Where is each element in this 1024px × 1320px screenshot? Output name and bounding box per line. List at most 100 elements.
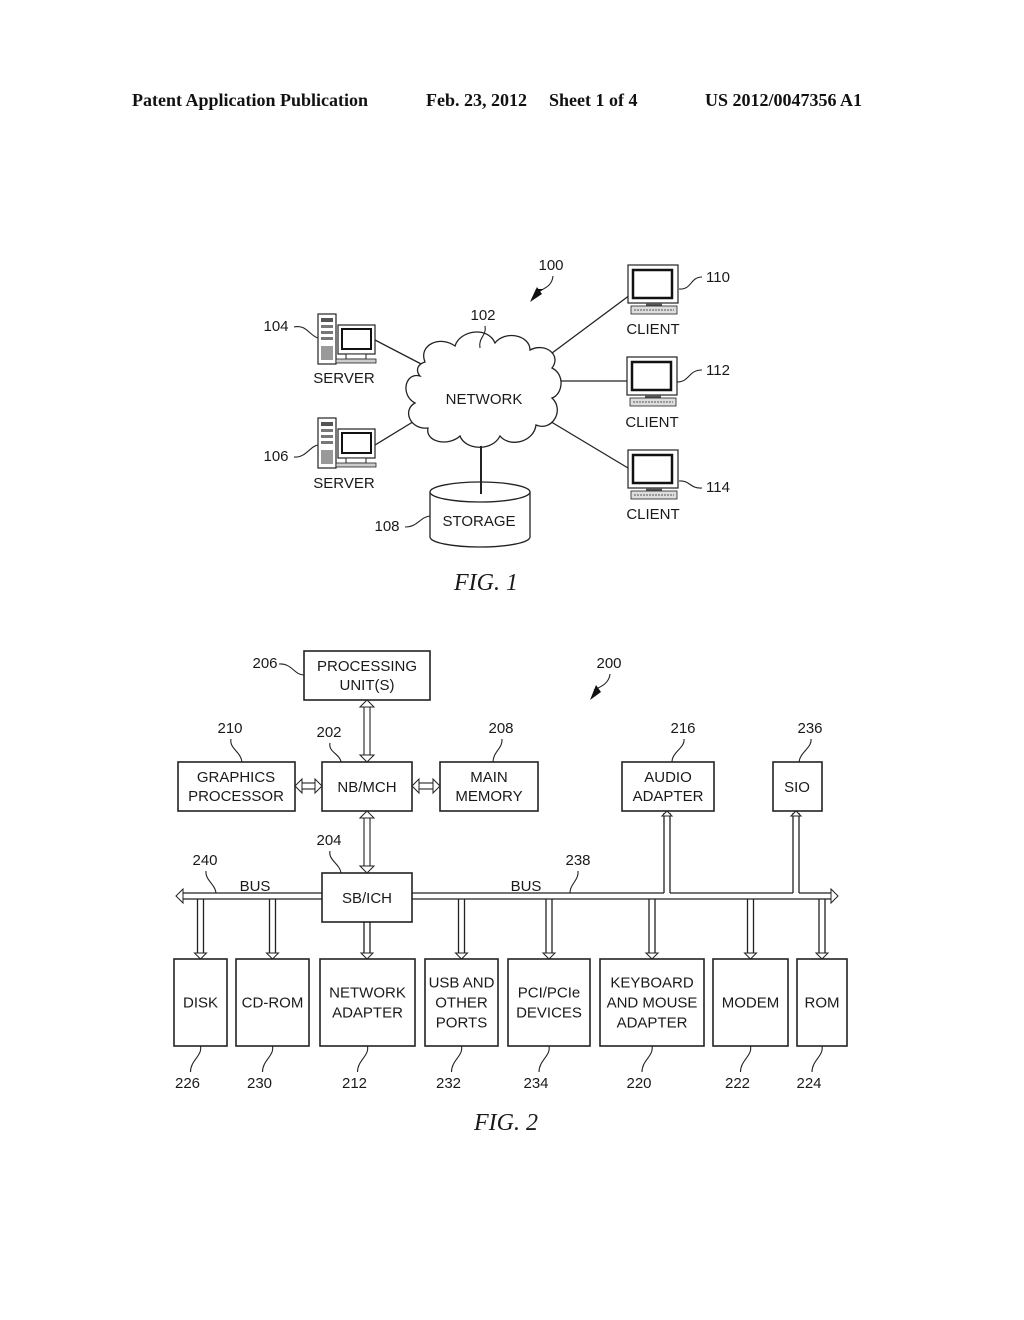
link-client-114 bbox=[547, 419, 629, 469]
link-server-104 bbox=[374, 339, 426, 367]
processing-unit-line2: UNIT(S) bbox=[340, 677, 395, 694]
device-label: OTHER bbox=[435, 995, 488, 1012]
system-ref-100: 100 bbox=[538, 257, 563, 274]
device-label: DISK bbox=[183, 995, 218, 1012]
bus-right-leader bbox=[569, 870, 579, 894]
network-label: NETWORK bbox=[446, 391, 523, 408]
arrowhead-icon bbox=[814, 952, 830, 960]
device-label: USB AND bbox=[429, 975, 495, 992]
server-104-label: SERVER bbox=[313, 370, 375, 387]
device-label: MODEM bbox=[722, 995, 780, 1012]
client-114-leader bbox=[678, 480, 703, 489]
nb-mch-leader bbox=[329, 742, 342, 763]
graphics-ref: 210 bbox=[217, 720, 242, 737]
bus-connector bbox=[363, 922, 371, 954]
device-ref: 222 bbox=[725, 1075, 750, 1092]
bus-left-ref: 240 bbox=[192, 852, 217, 869]
device-label: ADAPTER bbox=[332, 1005, 403, 1022]
bus-connector bbox=[746, 899, 755, 954]
device-label: ADAPTER bbox=[617, 1015, 688, 1032]
main-memory-ref: 208 bbox=[488, 720, 513, 737]
graphics-leader bbox=[230, 738, 243, 763]
device-ref: 230 bbox=[247, 1075, 272, 1092]
device-222: MODEM 222 bbox=[712, 899, 789, 1092]
device-label: ROM bbox=[805, 995, 840, 1012]
device-ref: 232 bbox=[436, 1075, 461, 1092]
arrowhead-icon bbox=[454, 952, 469, 960]
device-box bbox=[319, 958, 416, 1047]
storage-ref: 108 bbox=[374, 518, 399, 535]
device-label: DEVICES bbox=[516, 1005, 582, 1022]
device-row: DISK 226 CD-ROM 230 NETWORK ADAPTER 212 USB AND… bbox=[173, 899, 848, 1092]
bus-right-ref: 238 bbox=[565, 852, 590, 869]
bus-right-label: BUS bbox=[511, 878, 542, 895]
server-106-leader bbox=[293, 444, 319, 458]
sio-leader bbox=[798, 738, 812, 763]
link-client-110 bbox=[539, 294, 631, 363]
fig1-caption: FIG. 1 bbox=[453, 570, 518, 596]
graphics-line1: GRAPHICS bbox=[197, 769, 275, 786]
patent-drawing: NETWORK 102 100 SERVER 104 SERVER 106 ST… bbox=[173, 257, 848, 1136]
audio-line2: ADAPTER bbox=[633, 788, 704, 805]
audio-ref: 216 bbox=[670, 720, 695, 737]
device-ref: 226 bbox=[175, 1075, 200, 1092]
sb-ich-leader bbox=[329, 850, 342, 874]
network-ref: 102 bbox=[470, 307, 495, 324]
bus-connector bbox=[545, 899, 553, 954]
sio-label: SIO bbox=[784, 779, 810, 796]
device-232: USB AND OTHER PORTS 232 bbox=[424, 899, 499, 1092]
sio-ref: 236 bbox=[797, 720, 822, 737]
server-icon bbox=[317, 313, 377, 365]
storage-label: STORAGE bbox=[442, 513, 515, 530]
device-leader bbox=[189, 1045, 202, 1073]
arrowhead-icon bbox=[193, 952, 208, 960]
arrowhead-icon bbox=[359, 952, 375, 960]
device-ref: 234 bbox=[523, 1075, 548, 1092]
network-cloud-icon bbox=[405, 331, 562, 448]
main-memory-leader bbox=[492, 738, 503, 763]
device-leader bbox=[739, 1045, 752, 1073]
client-110-leader bbox=[678, 276, 703, 290]
server-106-ref: 106 bbox=[263, 448, 288, 465]
client-110-ref: 110 bbox=[706, 269, 730, 286]
nb-mch-ref: 202 bbox=[316, 724, 341, 741]
device-leader bbox=[450, 1045, 463, 1073]
device-226: DISK 226 bbox=[173, 899, 228, 1092]
bus-connector bbox=[818, 899, 826, 954]
device-label: CD-ROM bbox=[242, 995, 304, 1012]
device-ref: 220 bbox=[626, 1075, 651, 1092]
processing-unit-ref: 206 bbox=[252, 655, 277, 672]
arrowhead-icon bbox=[541, 952, 557, 960]
device-ref: 224 bbox=[796, 1075, 821, 1092]
graphics-line2: PROCESSOR bbox=[188, 788, 284, 805]
device-leader bbox=[538, 1045, 550, 1073]
device-230: CD-ROM 230 bbox=[235, 899, 310, 1092]
device-leader bbox=[356, 1045, 369, 1073]
client-icon bbox=[626, 263, 680, 316]
fig2-caption: FIG. 2 bbox=[473, 1110, 538, 1136]
bus-left-label: BUS bbox=[240, 878, 271, 895]
client-110-label: CLIENT bbox=[626, 321, 679, 338]
link-graphics-nbmch bbox=[294, 777, 323, 795]
client-112-label: CLIENT bbox=[625, 414, 678, 431]
sb-ich-label: SB/ICH bbox=[342, 890, 392, 907]
audio-line1: AUDIO bbox=[644, 769, 692, 786]
device-220: KEYBOARD AND MOUSE ADAPTER 220 bbox=[599, 899, 705, 1092]
client-icon bbox=[625, 355, 679, 408]
server-104-leader bbox=[293, 325, 319, 339]
client-112-leader bbox=[676, 369, 703, 383]
device-label: AND MOUSE bbox=[607, 995, 698, 1012]
bus-connector bbox=[457, 899, 466, 954]
device-234: PCI/PCIe DEVICES 234 bbox=[507, 899, 591, 1092]
system-ref-200: 200 bbox=[596, 655, 621, 672]
device-label: KEYBOARD bbox=[610, 975, 694, 992]
device-leader bbox=[641, 1045, 653, 1073]
link-nbmch-memory bbox=[411, 777, 441, 795]
device-label: PORTS bbox=[436, 1015, 487, 1032]
device-box bbox=[507, 958, 591, 1047]
arrowhead-icon bbox=[743, 952, 758, 960]
arrowhead-icon bbox=[265, 952, 280, 960]
link-sio-bus bbox=[789, 810, 803, 893]
processing-unit-leader bbox=[278, 663, 305, 676]
arrowhead-icon bbox=[644, 952, 660, 960]
